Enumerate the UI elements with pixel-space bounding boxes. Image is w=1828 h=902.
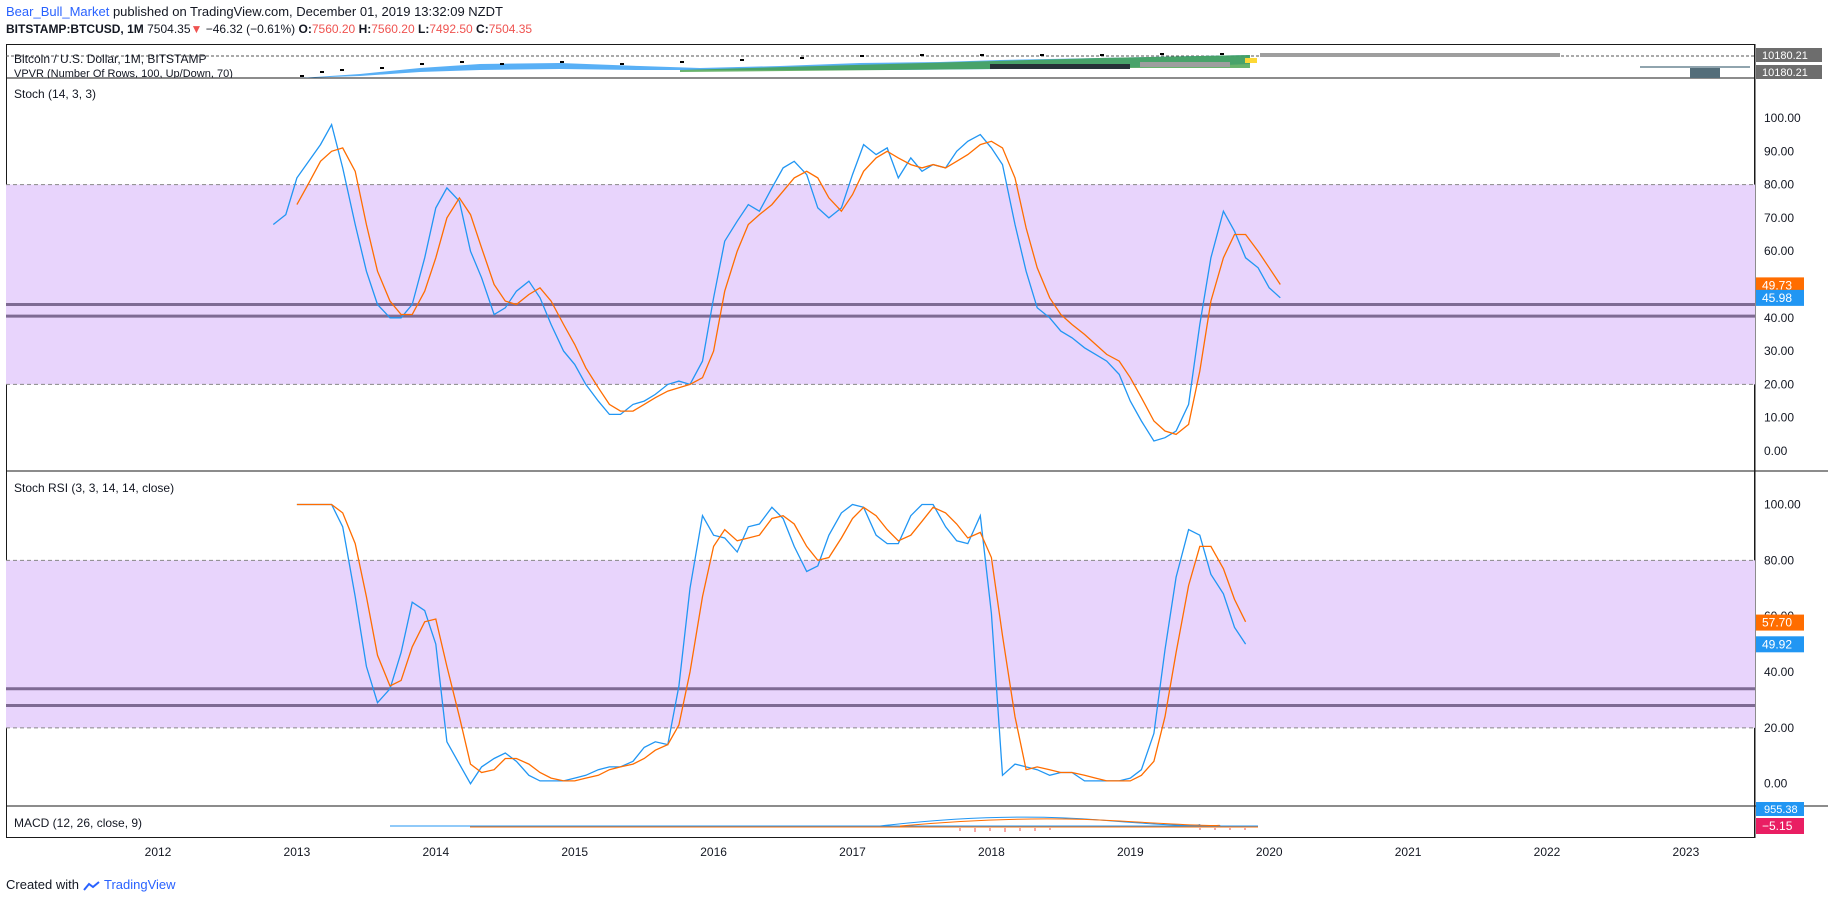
time-axis-label: 2023 — [1673, 845, 1700, 859]
vpvr-dark-block — [990, 64, 1130, 69]
stoch-rsi-pane: 0.0020.0040.0060.0080.00100.0057.7049.92 — [6, 498, 1804, 791]
time-axis-label: 2022 — [1534, 845, 1561, 859]
stoch-band — [6, 184, 1755, 385]
stoch-y-tick-label: 30.00 — [1764, 344, 1794, 358]
price-pane — [6, 53, 1755, 79]
time-axis-label: 2020 — [1256, 845, 1283, 859]
macd-pane-title: MACD (12, 26, close, 9) — [14, 816, 143, 830]
time-axis-label: 2016 — [700, 845, 727, 859]
stoch-k-badge-label: 45.98 — [1762, 291, 1792, 305]
vpvr-grey-top — [1260, 53, 1560, 57]
stoch-y-tick-label: 60.00 — [1764, 244, 1794, 258]
stoch-pane-title: Stoch (14, 3, 3) — [14, 87, 97, 101]
stoch-y-tick-label: 100.00 — [1764, 111, 1801, 125]
chart-svg[interactable]: 0.0010.0020.0030.0040.0050.0060.0070.008… — [0, 0, 1828, 902]
stoch-rsi-y-tick-label: 20.00 — [1764, 721, 1794, 735]
time-axis-label: 2014 — [422, 845, 449, 859]
time-axis-label: 2018 — [978, 845, 1005, 859]
stoch-y-tick-label: 90.00 — [1764, 144, 1794, 158]
price-scale-badges: 10180.21 10180.21 955.38 −5.15 — [1756, 48, 1822, 834]
stoch-y-tick-label: 0.00 — [1764, 444, 1788, 458]
macd-histogram — [959, 828, 1246, 832]
time-axis: 2012 2013 2014 2015 2016 2017 2018 2019 2020 2021… — [145, 845, 1700, 859]
stoch-rsi-pane-title: Stoch RSI (3, 3, 14, 14, close) — [14, 481, 175, 495]
time-axis-label: 2017 — [839, 845, 866, 859]
stoch-rsi-y-tick-label: 100.00 — [1764, 498, 1801, 512]
time-axis-label: 2019 — [1117, 845, 1144, 859]
stoch-pane: 0.0010.0020.0030.0040.0050.0060.0070.008… — [6, 111, 1804, 458]
stoch-rsi-k-badge-label: 49.92 — [1762, 637, 1792, 651]
macd-badge-1-label: 955.38 — [1764, 804, 1798, 816]
stoch-y-tick-label: 80.00 — [1764, 178, 1794, 192]
macd-pane — [390, 816, 1258, 832]
vpvr-yellow — [1245, 58, 1257, 63]
macd-badge-2-label: −5.15 — [1762, 819, 1793, 833]
time-axis-label: 2021 — [1395, 845, 1422, 859]
footer: Created with TradingView — [6, 877, 176, 892]
price-pane-subtitle: VPVR (Number Of Rows, 100, Up/Down, 70) — [14, 68, 233, 78]
stoch-y-tick-label: 70.00 — [1764, 211, 1794, 225]
vpvr-right-light — [1640, 66, 1750, 68]
stoch-rsi-d-badge-label: 57.70 — [1762, 616, 1792, 630]
time-axis-label: 2013 — [284, 845, 311, 859]
tradingview-logo-icon — [82, 880, 101, 891]
stoch-rsi-y-tick-label: 40.00 — [1764, 665, 1794, 679]
vpvr-right-dark — [1690, 68, 1720, 78]
stoch-rsi-y-tick-label: 80.00 — [1764, 553, 1794, 567]
vpvr-grey-bar — [1140, 62, 1230, 67]
created-with-text: Created with — [6, 877, 79, 892]
price-badge-label: 10180.21 — [1762, 50, 1808, 62]
time-axis-label: 2012 — [145, 845, 172, 859]
tradingview-brand-link[interactable]: TradingView — [104, 877, 176, 892]
stoch-y-tick-label: 20.00 — [1764, 377, 1794, 391]
stoch-y-tick-label: 10.00 — [1764, 411, 1794, 425]
price-pane-title: Bitcoin / U.S. Dollar, 1M, BITSTAMP — [14, 52, 207, 66]
time-axis-label: 2015 — [561, 845, 588, 859]
stoch-rsi-y-tick-label: 0.00 — [1764, 777, 1788, 791]
price-badge-label: 10180.21 — [1762, 67, 1808, 79]
stoch-y-tick-label: 40.00 — [1764, 311, 1794, 325]
stoch-rsi-band — [6, 560, 1755, 728]
